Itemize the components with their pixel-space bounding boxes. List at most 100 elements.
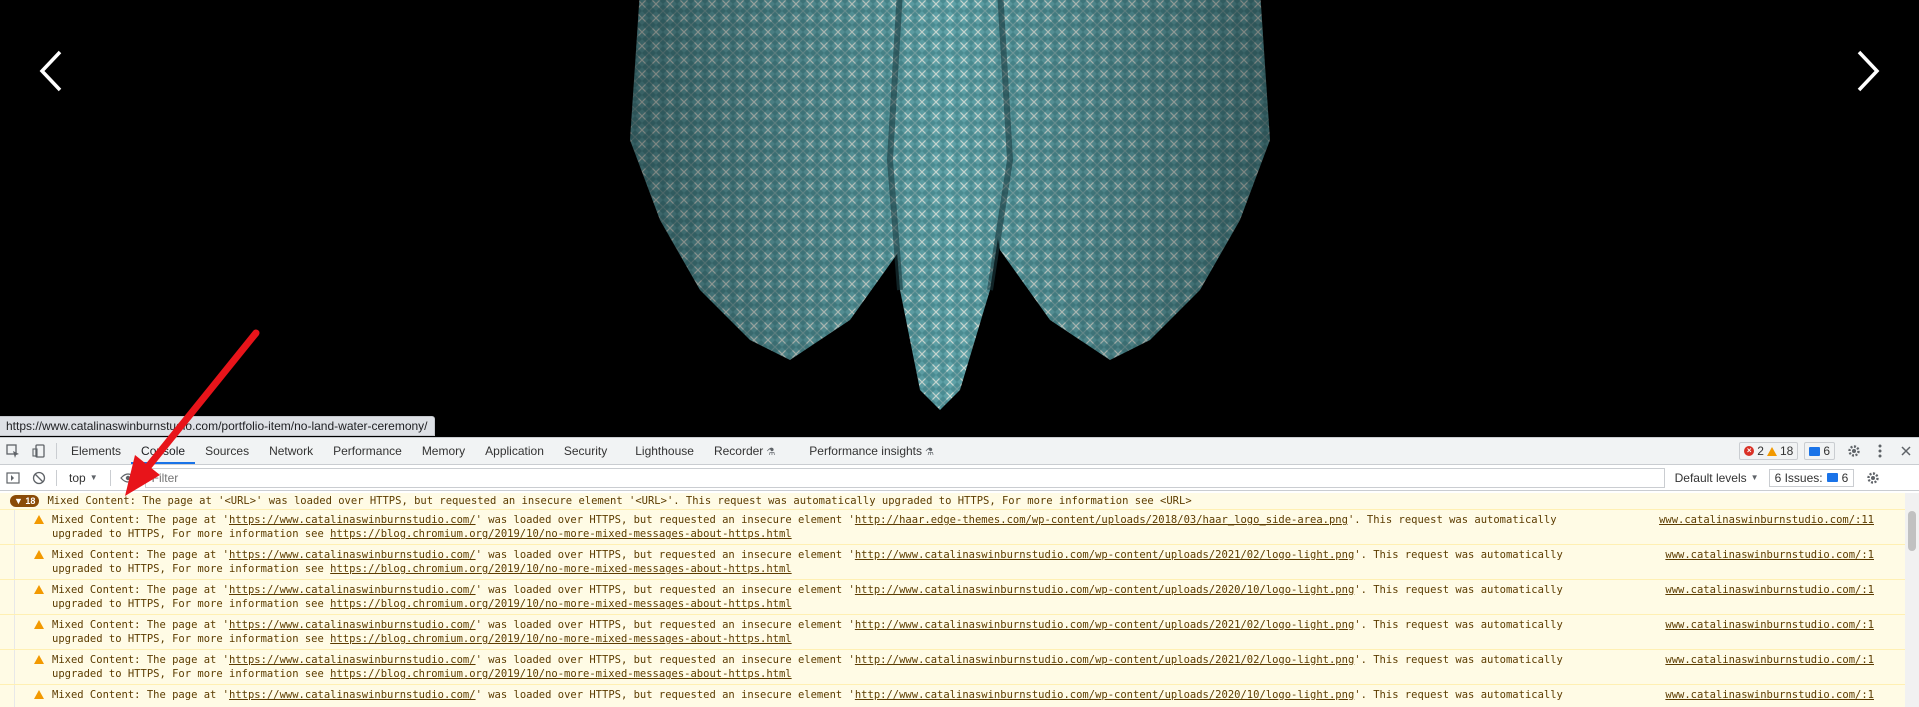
chevron-left-icon — [39, 50, 62, 92]
tab-console[interactable]: Console — [131, 438, 196, 464]
message-text: '. This request was automatically — [1354, 584, 1563, 596]
message-text: '. This request was automatically — [1347, 514, 1557, 526]
info-url-link[interactable]: https://blog.chromium.org/2019/10/no-mor… — [330, 668, 791, 680]
more-options-button[interactable] — [1867, 438, 1893, 464]
device-icon — [32, 444, 45, 458]
message-line-1: Mixed Content: The page at 'https://www.… — [52, 583, 1919, 597]
group-count: 18 — [25, 496, 36, 506]
page-url-link[interactable]: https://www.catalinaswinburnstudio.com/ — [229, 619, 476, 631]
message-text: Mixed Content: The page at ' — [52, 689, 230, 701]
scrollbar-thumb[interactable] — [1908, 511, 1916, 551]
page-url-link[interactable]: https://www.catalinaswinburnstudio.com/ — [229, 549, 476, 561]
live-expression-button[interactable] — [115, 465, 141, 491]
message-text: Mixed Content: The page at ' — [52, 654, 230, 666]
element-url-link[interactable]: http://www.catalinaswinburnstudio.com/wp… — [855, 619, 1354, 631]
tab-network[interactable]: Network — [259, 438, 323, 464]
message-text: upgraded to HTTPS, For more information … — [52, 598, 331, 610]
element-url-link[interactable]: http://haar.edge-themes.com/wp-content/u… — [855, 514, 1348, 526]
element-url-link[interactable]: http://www.catalinaswinburnstudio.com/wp… — [855, 584, 1354, 596]
previous-slide-button[interactable] — [32, 46, 72, 96]
log-levels-dropdown[interactable]: Default levels ▼ — [1665, 471, 1769, 485]
tab-elements[interactable]: Elements — [61, 438, 131, 464]
warning-icon — [34, 550, 44, 559]
element-url-link[interactable]: http://www.catalinaswinburnstudio.com/wp… — [855, 654, 1354, 666]
page-url-link[interactable]: https://www.catalinaswinburnstudio.com/ — [229, 654, 476, 666]
settings-button[interactable] — [1841, 438, 1867, 464]
issues-button[interactable]: 6 Issues: 6 — [1768, 468, 1855, 487]
tab-memory[interactable]: Memory — [412, 438, 475, 464]
clear-console-button[interactable] — [26, 465, 52, 491]
tab-security[interactable]: Security — [554, 438, 617, 464]
tab-recorder[interactable]: Recorder ⚗ — [704, 438, 785, 464]
chevron-right-icon — [1857, 50, 1880, 92]
source-location-link[interactable]: www.catalinaswinburnstudio.com/:11 — [1659, 513, 1874, 527]
group-indent-line — [14, 580, 15, 614]
group-indent-line — [14, 650, 15, 684]
context-selector[interactable]: top ▼ — [61, 471, 106, 485]
info-url-link[interactable]: https://blog.chromium.org/2019/10/no-mor… — [330, 633, 791, 645]
console-warning-message: Mixed Content: The page at 'https://www.… — [0, 545, 1919, 580]
tab-application[interactable]: Application — [475, 438, 554, 464]
error-warning-counter[interactable]: × 2 18 — [1739, 442, 1799, 460]
show-sidebar-button[interactable] — [0, 465, 26, 491]
source-location-link[interactable]: www.catalinaswinburnstudio.com/:1 — [1665, 548, 1874, 562]
message-line-2: upgraded to HTTPS, For more information … — [52, 527, 1919, 541]
console-settings-button[interactable] — [1860, 465, 1886, 491]
page-url-link[interactable]: https://www.catalinaswinburnstudio.com/ — [229, 514, 476, 526]
inspect-element-button[interactable] — [0, 438, 26, 464]
console-warning-message: Mixed Content: The page at 'https://www.… — [0, 685, 1919, 707]
message-text: ' was loaded over HTTPS, but requested a… — [475, 514, 855, 526]
console-filter-input[interactable] — [144, 467, 1665, 488]
console-output: ▼ 18 Mixed Content: The page at '<URL>' … — [0, 493, 1919, 707]
source-location-link[interactable]: www.catalinaswinburnstudio.com/:1 — [1665, 688, 1874, 702]
console-messages: Mixed Content: The page at 'https://www.… — [0, 510, 1919, 707]
source-location-link[interactable]: www.catalinaswinburnstudio.com/:1 — [1665, 618, 1874, 632]
message-text: upgraded to HTTPS, For more information … — [52, 563, 331, 575]
console-scrollbar[interactable] — [1905, 493, 1919, 707]
tab-lighthouse[interactable]: Lighthouse — [617, 438, 704, 464]
message-text: '. This request was automatically — [1354, 654, 1563, 666]
tab-performance-insights[interactable]: Performance insights ⚗ — [785, 438, 944, 464]
device-toolbar-button[interactable] — [26, 438, 52, 464]
message-group-header[interactable]: ▼ 18 Mixed Content: The page at '<URL>' … — [0, 493, 1919, 510]
element-url-link[interactable]: http://www.catalinaswinburnstudio.com/wp… — [855, 689, 1354, 701]
warning-icon — [34, 690, 44, 699]
message-line-1: Mixed Content: The page at 'https://www.… — [52, 618, 1919, 632]
issues-count: 6 — [1841, 470, 1849, 485]
message-text: ' was loaded over HTTPS, but requested a… — [475, 654, 855, 666]
tab-sources[interactable]: Sources — [195, 438, 259, 464]
message-line-1: Mixed Content: The page at 'https://www.… — [52, 513, 1919, 527]
devtools-panel: Elements Console Sources Network Perform… — [0, 437, 1919, 707]
dropdown-caret-icon: ▼ — [1750, 473, 1759, 482]
warning-icon — [34, 620, 44, 629]
devtools-tabbar: Elements Console Sources Network Perform… — [0, 438, 1919, 465]
message-counter[interactable]: 6 — [1804, 442, 1835, 460]
tab-performance[interactable]: Performance — [323, 438, 412, 464]
message-icon — [1809, 446, 1821, 456]
message-line-2: upgraded to HTTPS, For more information … — [52, 597, 1919, 611]
element-url-link[interactable]: http://www.catalinaswinburnstudio.com/wp… — [855, 549, 1354, 561]
source-location-link[interactable]: www.catalinaswinburnstudio.com/:1 — [1665, 583, 1874, 597]
source-location-link[interactable]: www.catalinaswinburnstudio.com/:1 — [1665, 653, 1874, 667]
page-url-link[interactable]: https://www.catalinaswinburnstudio.com/ — [229, 689, 476, 701]
inspect-icon — [6, 444, 19, 458]
gear-icon — [1867, 471, 1879, 484]
message-line-2: upgraded to HTTPS, For more information … — [52, 562, 1919, 576]
flask-icon: ⚗ — [766, 447, 776, 458]
info-url-link[interactable]: https://blog.chromium.org/2019/10/no-mor… — [330, 598, 791, 610]
warning-icon — [34, 515, 44, 524]
info-url-link[interactable]: https://blog.chromium.org/2019/10/no-mor… — [330, 528, 791, 540]
next-slide-button[interactable] — [1847, 46, 1887, 96]
error-icon: × — [1744, 446, 1755, 456]
group-indent-line — [14, 510, 15, 544]
info-url-link[interactable]: https://blog.chromium.org/2019/10/no-mor… — [330, 563, 791, 575]
clear-icon — [32, 471, 46, 484]
tab-recorder-label: Recorder — [713, 444, 764, 458]
warning-icon — [34, 655, 44, 664]
close-devtools-button[interactable] — [1893, 438, 1919, 464]
divider — [56, 443, 57, 459]
console-warning-message: Mixed Content: The page at 'https://www.… — [0, 615, 1919, 650]
group-indent-line — [14, 685, 15, 707]
page-url-link[interactable]: https://www.catalinaswinburnstudio.com/ — [229, 584, 476, 596]
message-text: '. This request was automatically — [1354, 619, 1563, 631]
